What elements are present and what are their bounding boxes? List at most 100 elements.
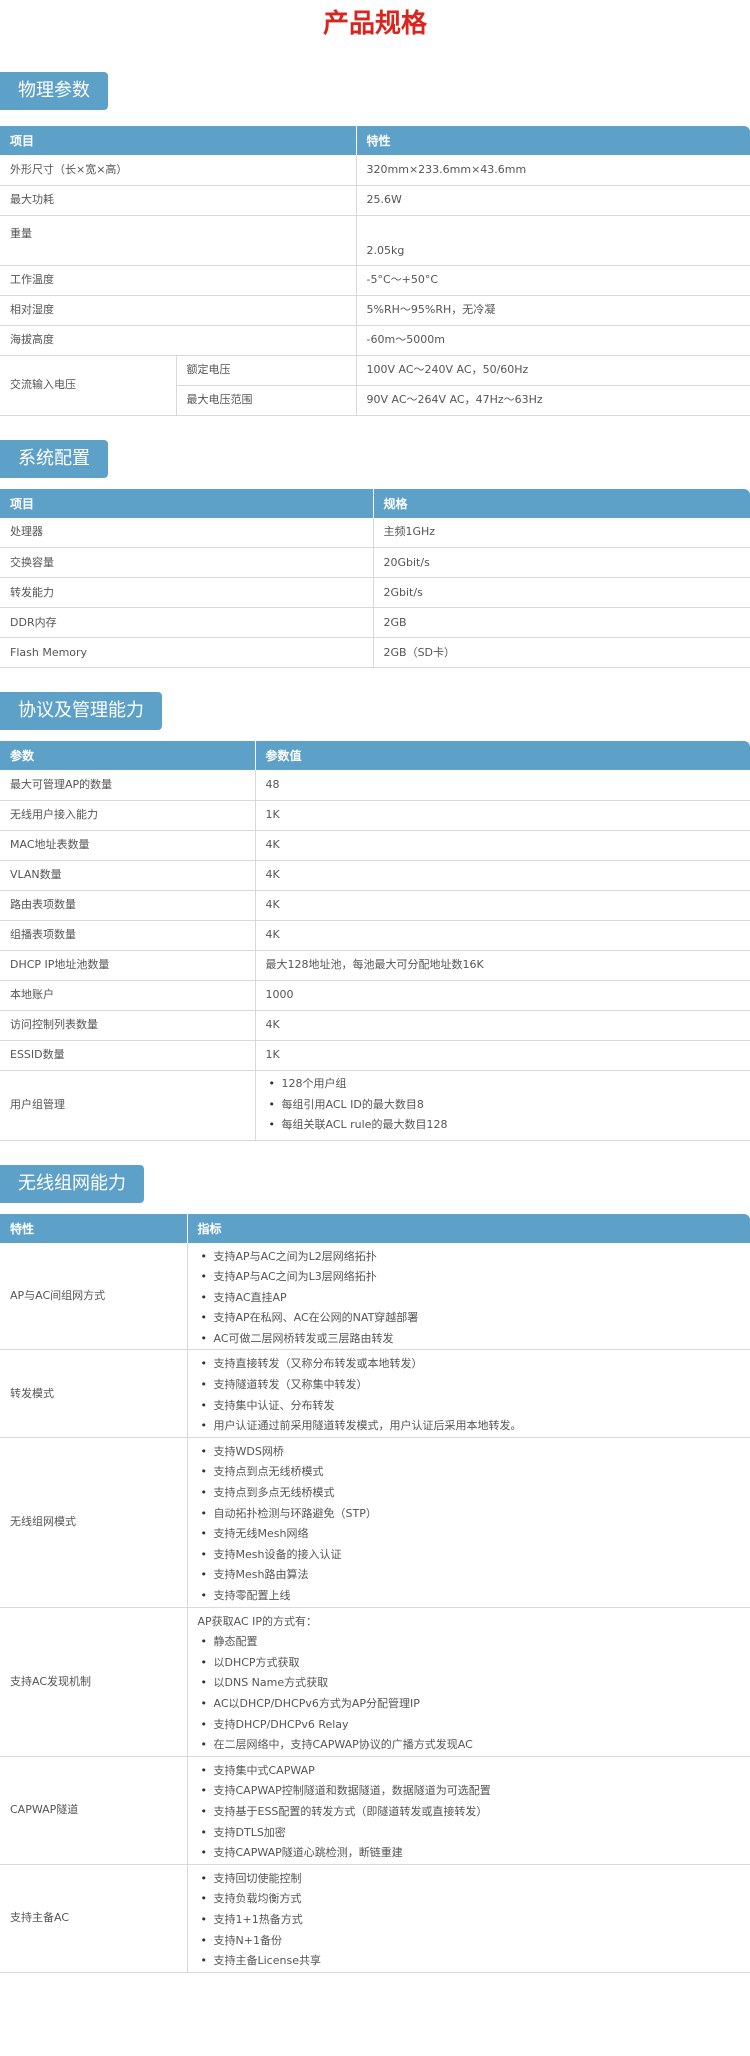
section-protocol-header: 协议及管理能力 xyxy=(0,692,162,730)
row-label: VLAN数量 xyxy=(0,860,256,891)
table-row: 无线用户接入能力 1K xyxy=(0,800,750,831)
ac-max-value: 90V AC～264V AC，47Hz～63Hz xyxy=(356,385,750,416)
row-label: 相对湿度 xyxy=(0,295,357,326)
row-value: 1000 xyxy=(255,980,750,1011)
table-row: 本地账户 1000 xyxy=(0,980,750,1011)
wireless-table: 特性 指标 AP与AC间组网方式 支持AP与AC之间为L2层网络拓扑 支持AP与… xyxy=(0,1213,750,1973)
row-value: 4K xyxy=(255,890,750,921)
table-row: 交换容量 20Gbit/s xyxy=(0,547,750,578)
row-value: 2GB xyxy=(373,607,750,638)
protocol-table: 参数 参数值 最大可管理AP的数量 48 无线用户接入能力 1K MAC地址表数量 4… xyxy=(0,741,750,1141)
system-table: 项目 规格 处理器 主频1GHz 交换容量 20Gbit/s 转发能力 2Gbi… xyxy=(0,488,750,668)
row-value: 48 xyxy=(255,770,750,801)
list-item: 自动拓扑检测与环路避免（STP） xyxy=(201,1504,741,1525)
ac-max-label: 最大电压范围 xyxy=(176,385,357,416)
page-title: 产品规格 xyxy=(322,9,427,39)
row-value: 最大128地址池，每池最大可分配地址数16K xyxy=(255,950,750,981)
row-label: CAPWAP隧道 xyxy=(0,1756,188,1865)
table-row: VLAN数量 4K xyxy=(0,860,750,891)
row-label: 支持主备AC xyxy=(0,1864,188,1973)
wireless-col2: 指标 xyxy=(187,1213,750,1243)
physical-col2: 特性 xyxy=(356,126,750,155)
list-item: 支持集中认证、分布转发 xyxy=(201,1396,741,1417)
row-label: 交换容量 xyxy=(0,547,374,578)
table-row: ESSID数量 1K xyxy=(0,1040,750,1071)
list-item: 支持零配置上线 xyxy=(201,1586,741,1607)
section-physical-header: 物理参数 xyxy=(0,72,108,110)
row-label: 处理器 xyxy=(0,517,374,548)
table-row: 处理器 主频1GHz xyxy=(0,517,750,548)
page: 产品规格 物理参数 项目 特性 外形尺寸（长×宽×高） 320mm×233.6m… xyxy=(0,0,750,1973)
list-item: 每组关联ACL rule的最大数目128 xyxy=(269,1115,741,1136)
table-row: AP与AC间组网方式 支持AP与AC之间为L2层网络拓扑 支持AP与AC之间为L… xyxy=(0,1242,750,1351)
row-value: 4K xyxy=(255,830,750,861)
list-item: 支持DHCP/DHCPv6 Relay xyxy=(201,1715,741,1736)
row-value: -60m～5000m xyxy=(356,325,750,356)
table-row: 访问控制列表数量 4K xyxy=(0,1010,750,1041)
table-row: 支持AC发现机制 AP获取AC IP的方式有： 静态配置 以DHCP方式获取 以… xyxy=(0,1607,750,1757)
table-row: 组播表项数量 4K xyxy=(0,920,750,951)
row-label: 无线用户接入能力 xyxy=(0,800,256,831)
list-item: 支持负载均衡方式 xyxy=(201,1889,741,1910)
row-label: 转发模式 xyxy=(0,1349,188,1438)
system-col2: 规格 xyxy=(373,488,750,518)
table-row: 交流输入电压 额定电压 100V AC～240V AC，50/60Hz xyxy=(0,355,750,416)
list-item: 支持隧道转发（又称集中转发） xyxy=(201,1375,741,1396)
table-row: 路由表项数量 4K xyxy=(0,890,750,921)
list-item: 以DNS Name方式获取 xyxy=(201,1673,741,1694)
row-label: 最大功耗 xyxy=(0,185,357,216)
row-value: -5°C～+50°C xyxy=(356,265,750,296)
list-item: 支持主备License共享 xyxy=(201,1951,741,1972)
list-item: 支持无线Mesh网络 xyxy=(201,1524,741,1545)
list-item: 支持直接转发（又称分布转发或本地转发） xyxy=(201,1354,741,1375)
list-item: 支持AC直挂AP xyxy=(201,1288,741,1309)
row-label: 路由表项数量 xyxy=(0,890,256,921)
feature-list: 支持集中式CAPWAP 支持CAPWAP控制隧道和数据隧道，数据隧道为可选配置 … xyxy=(198,1761,741,1864)
list-item: 用户认证通过前采用隧道转发模式，用户认证后采用本地转发。 xyxy=(201,1416,741,1437)
row-list-cell: 支持回切使能控制 支持负载均衡方式 支持1+1热备方式 支持N+1备份 支持主备… xyxy=(187,1864,750,1973)
row-label: 组播表项数量 xyxy=(0,920,256,951)
row-label: 转发能力 xyxy=(0,577,374,608)
list-item: 支持WDS网桥 xyxy=(201,1442,741,1463)
wireless-col1: 特性 xyxy=(0,1213,188,1243)
list-item: AC可做二层网桥转发或三层路由转发 xyxy=(201,1329,741,1350)
section-wireless-header: 无线组网能力 xyxy=(0,1164,144,1203)
list-item: 静态配置 xyxy=(201,1632,741,1653)
list-item: 支持CAPWAP控制隧道和数据隧道，数据隧道为可选配置 xyxy=(201,1781,741,1802)
table-row: 外形尺寸（长×宽×高） 320mm×233.6mm×43.6mm xyxy=(0,155,750,186)
row-label: 海拔高度 xyxy=(0,325,357,356)
row-list-cell: 支持直接转发（又称分布转发或本地转发） 支持隧道转发（又称集中转发） 支持集中认… xyxy=(187,1349,750,1438)
ac-rated-value: 100V AC～240V AC，50/60Hz xyxy=(356,355,750,386)
table-row: CAPWAP隧道 支持集中式CAPWAP 支持CAPWAP控制隧道和数据隧道，数… xyxy=(0,1756,750,1865)
feature-list: 静态配置 以DHCP方式获取 以DNS Name方式获取 AC以DHCP/DHC… xyxy=(198,1632,741,1756)
list-item: 支持1+1热备方式 xyxy=(201,1910,741,1931)
table-row: 海拔高度 -60m～5000m xyxy=(0,325,750,356)
feature-list: 支持直接转发（又称分布转发或本地转发） 支持隧道转发（又称集中转发） 支持集中认… xyxy=(198,1354,741,1436)
table-row: DHCP IP地址池数量 最大128地址池，每池最大可分配地址数16K xyxy=(0,950,750,981)
feature-list: 支持AP与AC之间为L2层网络拓扑 支持AP与AC之间为L3层网络拓扑 支持AC… xyxy=(198,1247,741,1350)
table-row: MAC地址表数量 4K xyxy=(0,830,750,861)
physical-table: 项目 特性 外形尺寸（长×宽×高） 320mm×233.6mm×43.6mm 最… xyxy=(0,126,750,416)
list-item: 支持Mesh路由算法 xyxy=(201,1565,741,1586)
row-label: 工作温度 xyxy=(0,265,357,296)
list-item: AC以DHCP/DHCPv6方式为AP分配管理IP xyxy=(201,1694,741,1715)
row-label: AP与AC间组网方式 xyxy=(0,1242,188,1351)
row-value: 4K xyxy=(255,860,750,891)
row-value: 5%RH～95%RH，无冷凝 xyxy=(356,295,750,326)
table-row: 支持主备AC 支持回切使能控制 支持负载均衡方式 支持1+1热备方式 支持N+1… xyxy=(0,1864,750,1973)
ac-voltage-label: 交流输入电压 xyxy=(0,355,177,416)
table-row: 最大功耗 25.6W xyxy=(0,185,750,216)
table-row: 重量 2.05kg xyxy=(0,215,750,266)
list-item: 支持AP与AC之间为L2层网络拓扑 xyxy=(201,1247,741,1268)
row-label: 最大可管理AP的数量 xyxy=(0,770,256,801)
row-label: Flash Memory xyxy=(0,637,374,668)
row-value: 4K xyxy=(255,1010,750,1041)
table-row: 用户组管理 128个用户组 每组引用ACL ID的最大数目8 每组关联ACL r… xyxy=(0,1070,750,1141)
table-row: 转发能力 2Gbit/s xyxy=(0,577,750,608)
row-label: 重量 xyxy=(0,215,357,266)
row-label: 外形尺寸（长×宽×高） xyxy=(0,155,357,186)
row-value: 2GB（SD卡） xyxy=(373,637,750,668)
protocol-col2: 参数值 xyxy=(255,741,750,770)
row-value: 1K xyxy=(255,1040,750,1071)
feature-list: 支持回切使能控制 支持负载均衡方式 支持1+1热备方式 支持N+1备份 支持主备… xyxy=(198,1869,741,1972)
